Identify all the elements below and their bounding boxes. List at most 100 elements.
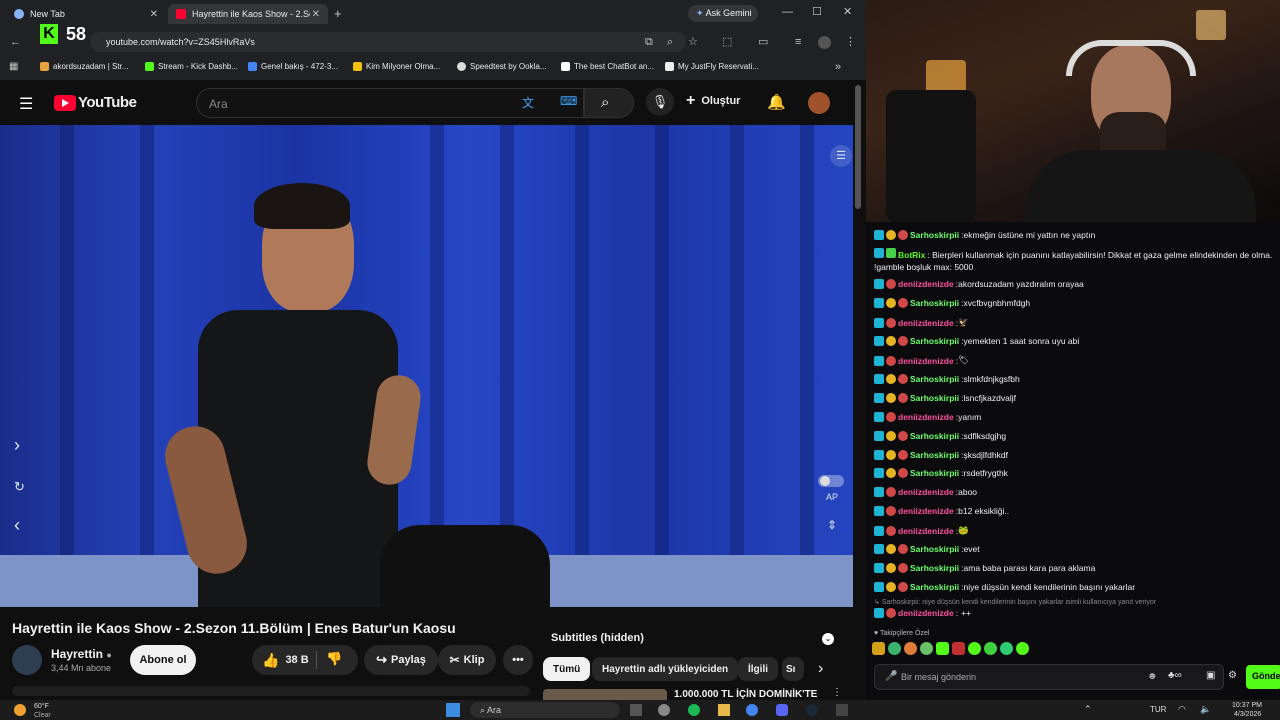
steam-icon[interactable] — [806, 704, 818, 716]
bookmark-item[interactable]: The best ChatBot an... — [561, 62, 654, 71]
chat-message[interactable]: Sarhoskirpii: yemekten 1 saat sonra uyu … — [874, 336, 1276, 346]
emote-icon[interactable] — [920, 642, 933, 655]
close-tab-icon[interactable]: ✕ — [312, 9, 320, 20]
search-button[interactable]: ⌕ — [584, 88, 634, 118]
emoji-icon[interactable]: ☻ — [1147, 671, 1158, 682]
send-button[interactable]: Gönder — [1246, 665, 1280, 689]
share-button[interactable]: ↪ Paylaş — [364, 645, 438, 675]
chat-username[interactable]: deniizdenizde — [898, 412, 954, 422]
chat-message[interactable]: deniizdenizde: aboo — [874, 487, 1276, 497]
chat-message[interactable]: Sarhoskirpii: slmkfdnjkgsfbh — [874, 374, 1276, 384]
next-video-thumbnail[interactable] — [543, 689, 667, 700]
bookmarks-more-icon[interactable]: » — [835, 62, 841, 73]
chips-next-icon[interactable]: › — [818, 660, 823, 678]
bookmark-item[interactable]: My JustFly Reservati... — [665, 62, 759, 71]
more-actions-button[interactable]: ••• — [503, 645, 533, 675]
translate-icon[interactable]: 文 — [522, 94, 534, 111]
app-icon[interactable] — [658, 704, 670, 716]
chat-message[interactable]: deniizdenizde: ++ — [874, 608, 1276, 618]
close-window-icon[interactable]: ✕ — [843, 7, 852, 18]
dislike-icon[interactable]: 👎 — [326, 651, 342, 667]
channel-avatar[interactable] — [12, 645, 42, 675]
emote-icon[interactable] — [936, 642, 949, 655]
chip-from-uploader[interactable]: Hayrettin adlı yükleyiciden — [592, 657, 739, 681]
cast-icon[interactable]: ⧉ — [645, 37, 653, 48]
chat-username[interactable]: deniizdenizde — [898, 279, 954, 289]
clock-date[interactable]: 4/3/2026 — [1234, 711, 1261, 718]
chat-message[interactable]: Sarhoskirpii: rsdetfrygthk — [874, 468, 1276, 478]
weather-moon-icon[interactable] — [14, 704, 26, 716]
emote-icon[interactable] — [872, 642, 885, 655]
page-scrollbar[interactable] — [855, 85, 861, 209]
next-video-more-icon[interactable]: ⋮ — [832, 687, 842, 698]
settings-gear-icon[interactable]: ⚙ — [1228, 670, 1237, 681]
clip-button[interactable]: ✂ Klip — [438, 645, 496, 675]
taskbar-search[interactable]: ⌕ Ara — [470, 702, 620, 718]
chat-message[interactable]: BotRix: Bierpleri kullanmak için puanını… — [874, 248, 1276, 273]
menu-dots-icon[interactable]: ⋮ — [845, 37, 856, 48]
chevron-left-icon[interactable]: ‹ — [14, 515, 20, 536]
chrome-icon[interactable] — [746, 704, 758, 716]
points-icon[interactable]: ♣∞ — [1168, 670, 1182, 681]
hamburger-menu-icon[interactable]: ☰ — [19, 94, 33, 114]
chat-message[interactable]: deniizdenizde: b12 eksikliği.. — [874, 506, 1276, 516]
chat-username[interactable]: Sarhoskirpii — [910, 230, 959, 240]
chat-username[interactable]: Sarhoskirpii — [910, 563, 959, 573]
microphone-icon[interactable]: 🎤 — [885, 671, 897, 682]
chat-message[interactable]: Sarhoskirpii: şksdjlfdhkdf — [874, 450, 1276, 460]
account-avatar[interactable] — [808, 92, 830, 114]
apps-grid-icon[interactable]: ▦ — [9, 62, 18, 72]
emote-icon[interactable] — [952, 642, 965, 655]
tray-chevron-icon[interactable]: ⌃ — [1084, 704, 1092, 715]
youtube-logo[interactable]: YouTube — [54, 94, 137, 111]
emote-icon[interactable] — [1000, 642, 1013, 655]
emote-icon[interactable] — [888, 642, 901, 655]
channel-name-row[interactable]: Hayrettin ● — [51, 647, 112, 661]
clock-time[interactable]: 10:37 PM — [1232, 702, 1262, 709]
chevron-right-icon[interactable]: › — [14, 435, 20, 456]
chat-username[interactable]: deniizdenizde — [898, 356, 954, 366]
chat-username[interactable]: Sarhoskirpii — [910, 298, 959, 308]
chat-username[interactable]: Sarhoskirpii — [910, 374, 959, 384]
up-down-arrows-icon[interactable]: ⇕ — [827, 518, 837, 532]
chat-message[interactable]: deniizdenizde: akordsuzadam yazdıralım o… — [874, 279, 1276, 289]
chat-message[interactable]: deniizdenizde: 🦅 — [874, 317, 1276, 328]
ask-gemini-button[interactable]: ✦ Ask Gemini — [688, 5, 758, 22]
split-view-icon[interactable]: ▭ — [758, 37, 768, 48]
chat-message[interactable]: deniizdenizde: 🐸 — [874, 525, 1276, 536]
chat-message[interactable]: Sarhoskirpii: xvcfbvgnbhmfdgh — [874, 298, 1276, 308]
chat-username[interactable]: Sarhoskirpii — [910, 336, 959, 346]
chat-message[interactable]: Sarhoskirpii: sdflksdgjhg — [874, 431, 1276, 441]
file-explorer-icon[interactable] — [718, 704, 730, 716]
chat-username[interactable]: deniizdenizde — [898, 506, 954, 516]
description-box[interactable] — [12, 686, 530, 696]
emote-icon[interactable] — [968, 642, 981, 655]
bookmark-item[interactable]: Kim Milyoner Olma... — [353, 62, 440, 71]
task-view-icon[interactable] — [630, 704, 642, 716]
chat-username[interactable]: Sarhoskirpii — [910, 450, 959, 460]
bookmark-item[interactable]: Genel bakış - 472-3... — [248, 62, 338, 71]
autoplay-toggle[interactable] — [818, 475, 844, 487]
minimize-icon[interactable]: — — [782, 7, 793, 18]
profile-avatar[interactable] — [818, 36, 831, 49]
refresh-icon[interactable]: ↻ — [14, 479, 25, 495]
emote-icon[interactable] — [904, 642, 917, 655]
new-tab-icon[interactable]: + — [334, 7, 342, 20]
subscribe-button[interactable]: Abone ol — [130, 645, 196, 675]
volume-icon[interactable]: 🔈 — [1200, 704, 1211, 715]
voice-search-button[interactable]: 🎙 — [646, 88, 674, 116]
chat-message[interactable]: Sarhoskirpii: evet — [874, 544, 1276, 554]
chat-message[interactable]: deniizdenizde: yanım — [874, 412, 1276, 422]
video-player[interactable]: ☰ › ↻ ‹ AP ⇕ — [0, 125, 853, 607]
chat-message[interactable]: Sarhoskirpii: niye düşsün kendi kendiler… — [874, 582, 1276, 592]
like-count[interactable]: 38 B — [285, 654, 308, 666]
emote-icon[interactable] — [984, 642, 997, 655]
bookmark-star-icon[interactable]: ☆ — [688, 37, 698, 48]
address-bar[interactable]: youtube.com/watch?v=ZS45HlvRaVs — [90, 32, 686, 52]
bookmark-item[interactable]: akordsuzadam | Str... — [40, 62, 128, 71]
app-icon[interactable] — [836, 704, 848, 716]
windows-start-icon[interactable] — [446, 703, 460, 717]
chat-username[interactable]: deniizdenizde — [898, 526, 954, 536]
subtitles-expand-icon[interactable]: ⌄ — [822, 633, 834, 645]
chat-username[interactable]: Sarhoskirpii — [910, 544, 959, 554]
